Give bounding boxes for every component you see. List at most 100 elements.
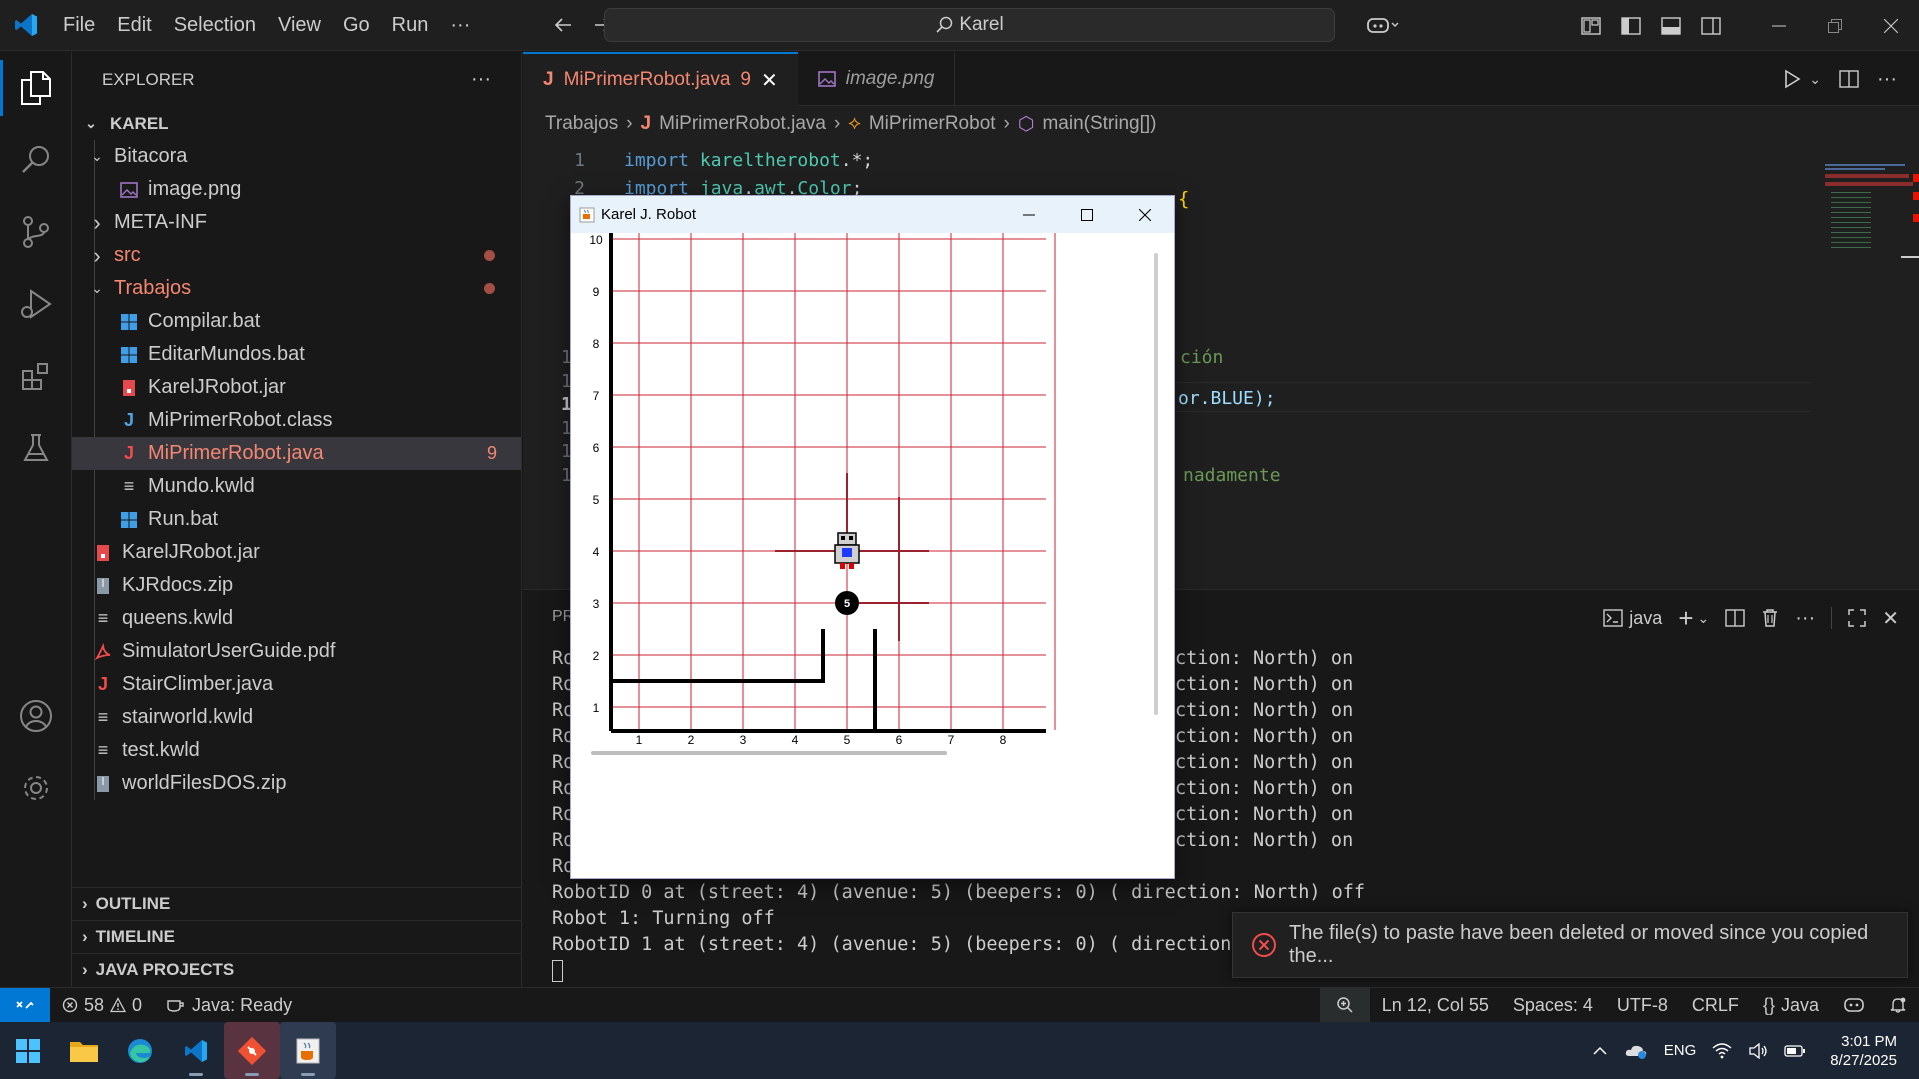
close-panel-icon[interactable]: ✕ (1882, 606, 1899, 631)
karel-robot-icon[interactable] (834, 532, 860, 569)
command-center-search[interactable]: Karel (604, 8, 1335, 42)
tree-item-kareljrobot-jar[interactable]: KarelJRobot.jar (72, 371, 521, 404)
tree-item-bitacora[interactable]: ⌄ Bitacora (72, 140, 521, 173)
menu-selection[interactable]: Selection (163, 0, 267, 51)
tree-item-editarmundos-bat[interactable]: EditarMundos.bat (72, 338, 521, 371)
tab-image-png[interactable]: image.png (798, 52, 956, 106)
file-explorer-icon[interactable] (56, 1022, 112, 1079)
breadcrumb-method[interactable]: main(String[]) (1042, 113, 1156, 135)
tree-root-karel[interactable]: ⌄ KAREL (72, 107, 521, 140)
section-outline[interactable]: › OUTLINE (72, 887, 522, 920)
new-terminal-plus-icon[interactable]: + (1678, 603, 1693, 634)
minimap[interactable] (1811, 142, 1919, 609)
indentation[interactable]: Spaces: 4 (1501, 988, 1605, 1023)
split-editor-icon[interactable] (1839, 70, 1859, 88)
testing-icon[interactable] (0, 412, 72, 484)
menu-run[interactable]: Run (381, 0, 440, 51)
windows-start-icon[interactable] (0, 1022, 56, 1079)
clock[interactable]: 3:01 PM 8/27/2025 (1830, 1032, 1897, 1070)
tree-item-stairworld-kwld[interactable]: ≡ stairworld.kwld (72, 701, 521, 734)
karel-window-titlebar[interactable]: Karel J. Robot (571, 196, 1174, 233)
toggle-secondary-sidebar-icon[interactable] (1691, 0, 1731, 51)
manage-gear-icon[interactable] (0, 752, 72, 824)
wifi-icon[interactable] (1712, 1042, 1732, 1059)
run-dropdown-chevron-icon[interactable]: ⌄ (1809, 71, 1821, 88)
git-gui-icon[interactable] (224, 1022, 280, 1079)
remote-indicator-icon[interactable] (0, 987, 50, 1023)
cursor-position[interactable]: Ln 12, Col 55 (1370, 988, 1501, 1023)
close-tab-icon[interactable]: ✕ (761, 68, 778, 93)
toggle-sidebar-icon[interactable] (1611, 0, 1651, 51)
tree-item-stairclimber-java[interactable]: J StairClimber.java (72, 668, 521, 701)
vertical-scrollbar[interactable] (1154, 253, 1158, 715)
menu-edit[interactable]: Edit (106, 0, 162, 51)
karel-world[interactable]: 10 9 8 7 6 5 4 3 2 1 1 2 3 4 5 6 7 8 5 (571, 233, 1174, 878)
tree-item-meta-inf[interactable]: › META-INF (72, 206, 521, 239)
tree-item-compilar-bat[interactable]: Compilar.bat (72, 305, 521, 338)
tree-item-test-kwld[interactable]: ≡ test.kwld (72, 734, 521, 767)
tree-item-miprimerrobot-java[interactable]: J MiPrimerRobot.java 9 (72, 437, 521, 470)
menu-more[interactable]: ··· (439, 0, 481, 51)
editor-more-icon[interactable]: ··· (1877, 68, 1897, 91)
explorer-icon[interactable] (0, 52, 72, 124)
tree-item-mundo-kwld[interactable]: ≡ Mundo.kwld (72, 470, 521, 503)
source-control-icon[interactable] (0, 196, 72, 268)
maximize-panel-icon[interactable] (1848, 609, 1866, 627)
tree-item-simulatoruserguide-pdf[interactable]: SimulatorUserGuide.pdf (72, 635, 521, 668)
run-debug-icon[interactable] (0, 268, 72, 340)
menu-go[interactable]: Go (332, 0, 381, 51)
karel-close-icon[interactable] (1116, 196, 1174, 233)
tree-item-worldfilesdos-zip[interactable]: worldFilesDOS.zip (72, 767, 521, 800)
java-status[interactable]: Java: Ready (154, 988, 304, 1023)
restore-icon[interactable] (1807, 0, 1863, 51)
chevron-down-icon[interactable]: ⌄ (1698, 610, 1710, 627)
tree-item-run-bat[interactable]: Run.bat (72, 503, 521, 536)
volume-icon[interactable] (1748, 1042, 1768, 1059)
battery-icon[interactable] (1784, 1044, 1806, 1058)
close-window-icon[interactable] (1863, 0, 1919, 51)
encoding[interactable]: UTF-8 (1605, 988, 1680, 1023)
breadcrumb-file[interactable]: MiPrimerRobot.java (659, 113, 826, 135)
copilot-icon[interactable] (1353, 0, 1413, 51)
problems-status[interactable]: 58 0 (50, 988, 154, 1023)
java-app-icon[interactable] (280, 1022, 336, 1079)
error-notification[interactable]: The file(s) to paste have been deleted o… (1232, 912, 1908, 978)
notifications-bell-icon[interactable] (1877, 988, 1919, 1023)
tray-overflow-chevron-icon[interactable] (1592, 1046, 1608, 1056)
edge-browser-icon[interactable] (112, 1022, 168, 1079)
menu-file[interactable]: File (52, 0, 106, 51)
back-arrow-icon[interactable] (543, 0, 583, 51)
search-view-icon[interactable] (0, 124, 72, 196)
accounts-icon[interactable] (0, 680, 72, 752)
zoom-icon[interactable] (1319, 987, 1370, 1023)
input-language[interactable]: ENG (1664, 1042, 1697, 1059)
horizontal-scrollbar[interactable] (591, 751, 947, 755)
karel-minimize-icon[interactable] (1000, 196, 1058, 233)
section-java-projects[interactable]: › JAVA PROJECTS (72, 953, 522, 986)
language-mode[interactable]: {} Java (1751, 988, 1831, 1023)
menu-view[interactable]: View (267, 0, 332, 51)
customize-layout-icon[interactable] (1571, 0, 1611, 51)
tree-item-image-png[interactable]: image.png (72, 173, 521, 206)
tree-item-miprimerrobot-class[interactable]: J MiPrimerRobot.class (72, 404, 521, 437)
copilot-status-icon[interactable] (1831, 988, 1877, 1023)
tree-item-kareljrobot-jar[interactable]: KarelJRobot.jar (72, 536, 521, 569)
tree-item-src[interactable]: › src (72, 239, 521, 272)
trash-icon[interactable] (1761, 608, 1779, 628)
onedrive-cloud-icon[interactable] (1624, 1042, 1648, 1060)
tree-item-trabajos[interactable]: ⌄ Trabajos (72, 272, 521, 305)
panel-more-icon[interactable]: ··· (1795, 607, 1815, 630)
extensions-icon[interactable] (0, 340, 72, 412)
tree-item-kjrdocs-zip[interactable]: KJRdocs.zip (72, 569, 521, 602)
run-play-icon[interactable] (1783, 69, 1801, 89)
tree-item-queens-kwld[interactable]: ≡ queens.kwld (72, 602, 521, 635)
vscode-taskbar-icon[interactable] (168, 1022, 224, 1079)
tab-miprimerrobot-java[interactable]: J MiPrimerRobot.java 9 ✕ (523, 52, 798, 106)
minimize-icon[interactable] (1751, 0, 1807, 51)
toggle-panel-icon[interactable] (1651, 0, 1691, 51)
karel-maximize-icon[interactable] (1058, 196, 1116, 233)
split-terminal-icon[interactable] (1725, 609, 1745, 627)
section-timeline[interactable]: › TIMELINE (72, 920, 522, 953)
end-of-line[interactable]: CRLF (1680, 988, 1751, 1023)
breadcrumb-folder[interactable]: Trabajos (545, 113, 618, 135)
